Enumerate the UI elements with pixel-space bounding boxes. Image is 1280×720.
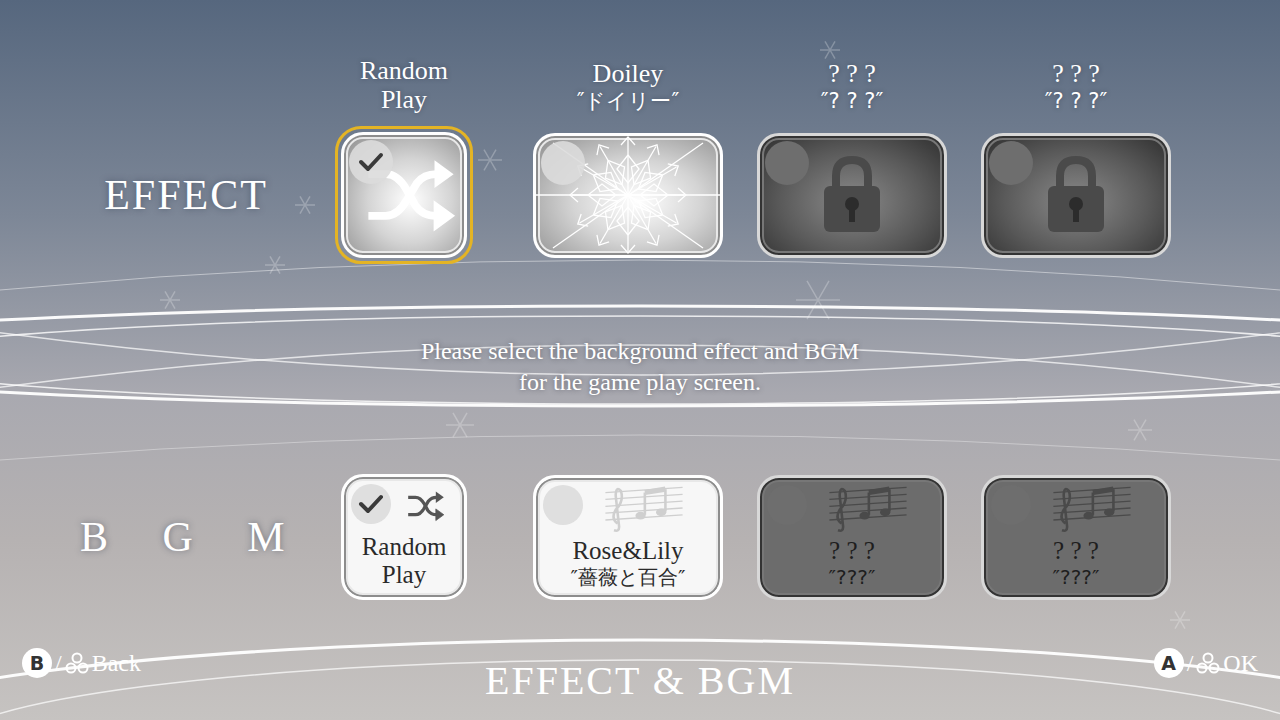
effect-title-text: ? ? ?	[1052, 59, 1100, 88]
check-circle	[989, 141, 1033, 185]
music-note-icon	[1052, 484, 1132, 532]
bgm-title-text: ? ? ?	[1053, 537, 1100, 565]
bgm-subtitle-text: ″薔薇と百合″	[571, 565, 686, 589]
bgm-card-text: RandomPlay	[362, 533, 447, 589]
bgm-card[interactable]: RandomPlay	[341, 474, 467, 600]
effect-title: Doiley″ドイリー″	[577, 59, 680, 114]
effect-card[interactable]	[341, 132, 467, 258]
bgm-card-text: ? ? ?″???″	[829, 537, 876, 589]
check-circle	[349, 140, 393, 184]
bgm-title-text: Random	[362, 533, 447, 561]
separator: /	[1187, 650, 1194, 677]
bgm-card[interactable]: Rose&Lily″薔薇と百合″	[533, 475, 723, 600]
selection-frame	[751, 127, 953, 264]
controller-buttons-icon	[1196, 652, 1220, 674]
bgm-subtitle-text: ″???″	[1053, 565, 1100, 589]
bgm-title-text: Rose&Lily	[571, 537, 686, 565]
effect-subtitle-text: ″ドイリー″	[577, 88, 680, 114]
effect-title: RandomPlay	[360, 56, 448, 114]
effect-card[interactable]	[533, 133, 723, 258]
bgm-title-text: ? ? ?	[829, 537, 876, 565]
button-label: Back	[92, 650, 141, 677]
effect-title-text: Doiley	[593, 59, 664, 88]
screen-title: EFFECT & BGM	[485, 653, 795, 704]
effect-subtitle-text: ″? ? ?″	[1045, 88, 1107, 114]
effect-bgm-screen: RandomPlayDoiley″ドイリー″? ? ?″? ? ?″? ? ?″…	[0, 0, 1280, 720]
bgm-title-text: Play	[362, 561, 447, 589]
padlock-icon	[1040, 154, 1112, 236]
message-line: for the game play screen.	[519, 367, 761, 398]
effect-card	[757, 133, 947, 258]
shuffle-icon	[406, 489, 446, 523]
selection-frame: ? ? ?″???″	[975, 469, 1177, 606]
bgm-label: B G M	[0, 513, 292, 561]
check-circle	[991, 485, 1031, 525]
selection-frame	[975, 127, 1177, 264]
checkmark-icon	[358, 151, 384, 173]
footer-bar: B/BackEFFECT & BGMA/OK	[0, 648, 1280, 720]
check-circle	[543, 485, 583, 525]
effect-subtitle-text: ″? ? ?″	[821, 88, 883, 114]
bgm-card: ? ? ?″???″	[757, 475, 947, 600]
selection-frame: Rose&Lily″薔薇と百合″	[527, 469, 729, 606]
selection-frame	[527, 127, 729, 264]
effect-title-text: ? ? ?	[828, 59, 876, 88]
separator: /	[55, 650, 62, 677]
effect-title: ? ? ?″? ? ?″	[1045, 59, 1107, 114]
message-line: Please select the background effect and …	[421, 336, 859, 367]
button-label: OK	[1223, 650, 1258, 677]
key-badge: B	[22, 648, 52, 678]
music-note-icon	[828, 484, 908, 532]
selection-frame: RandomPlay	[335, 468, 473, 606]
music-note-icon	[604, 484, 684, 532]
check-circle	[767, 485, 807, 525]
padlock-icon	[816, 154, 888, 236]
bgm-section: B G MRandomPlayRose&Lily″薔薇と百合″? ? ?″???…	[0, 466, 1280, 608]
effect-title-text: Play	[381, 85, 427, 114]
effect-title-row: RandomPlayDoiley″ドイリー″? ? ?″? ? ?″? ? ?″…	[0, 0, 1280, 114]
back-button[interactable]: B/ Back	[22, 648, 485, 678]
check-circle	[541, 141, 585, 185]
selection-frame: ? ? ?″???″	[751, 469, 953, 606]
selection-frame	[335, 126, 473, 264]
instruction-message: Please select the background effect and …	[0, 266, 1280, 466]
check-circle	[351, 484, 391, 524]
check-circle	[765, 141, 809, 185]
effect-title-text: Random	[360, 56, 448, 85]
effect-section: RandomPlayDoiley″ドイリー″? ? ?″? ? ?″? ? ?″…	[0, 0, 1280, 266]
bgm-card: ? ? ?″???″	[981, 475, 1171, 600]
controller-buttons-icon	[65, 652, 89, 674]
checkmark-icon	[358, 493, 384, 515]
key-badge: A	[1154, 648, 1184, 678]
bgm-card-text: Rose&Lily″薔薇と百合″	[571, 537, 686, 589]
effect-label: EFFECT	[0, 171, 292, 219]
ok-button[interactable]: A/ OK	[1154, 648, 1258, 678]
bgm-card-text: ? ? ?″???″	[1053, 537, 1100, 589]
effect-title: ? ? ?″? ? ?″	[821, 59, 883, 114]
effect-card	[981, 133, 1171, 258]
bgm-subtitle-text: ″???″	[829, 565, 876, 589]
effect-card-row: EFFECT	[0, 124, 1280, 266]
